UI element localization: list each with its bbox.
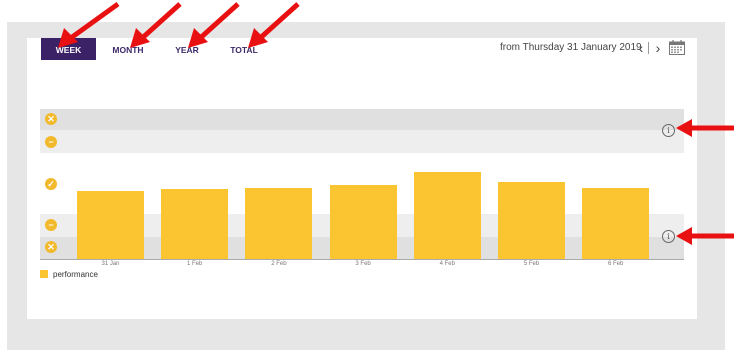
legend-swatch: [40, 270, 48, 278]
x-tick-label: 3 Feb: [355, 261, 371, 267]
annotation-arrow: [58, 1, 120, 48]
x-tick-label: 1 Feb: [187, 261, 203, 267]
x-tick-label: 4 Feb: [439, 261, 455, 267]
cancel-icon: ✕: [45, 113, 57, 125]
x-tick-label: 31 Jan: [101, 261, 120, 267]
minus-icon: −: [45, 219, 57, 231]
chart-bar: [329, 185, 397, 259]
chart-bar: [582, 188, 650, 259]
chart-bar: [161, 189, 229, 259]
x-tick-label: 5 Feb: [523, 261, 540, 267]
annotation-arrow: [188, 2, 240, 48]
calendar-icon[interactable]: [669, 40, 685, 55]
annotation-arrow: [676, 119, 734, 137]
annotation-arrow: [248, 2, 300, 48]
x-tick-label: 6 Feb: [608, 261, 624, 267]
x-axis-line: [40, 259, 684, 260]
chart-bar: [245, 188, 313, 259]
chart-bar: [77, 191, 144, 259]
annotation-arrow: [130, 2, 182, 48]
next-period-button[interactable]: ›: [651, 38, 665, 58]
date-range-label: from Thursday 31 January 2019: [500, 42, 642, 53]
performance-panel: [27, 38, 697, 319]
check-icon: ✓: [45, 178, 57, 190]
threshold-band-low: [40, 109, 684, 130]
prev-period-button[interactable]: ‹: [634, 38, 648, 58]
legend-label: performance: [53, 270, 98, 279]
x-tick-label: 2 Feb: [271, 261, 287, 267]
annotation-arrow: [676, 227, 734, 245]
nav-divider: [648, 42, 649, 54]
cancel-icon: ✕: [45, 241, 57, 253]
minus-icon: −: [45, 136, 57, 148]
chart-bar: [498, 182, 565, 259]
info-icon[interactable]: i: [662, 124, 675, 137]
info-icon[interactable]: i: [662, 230, 675, 243]
threshold-band-mid: [40, 130, 684, 153]
chart-bar: [413, 172, 481, 259]
